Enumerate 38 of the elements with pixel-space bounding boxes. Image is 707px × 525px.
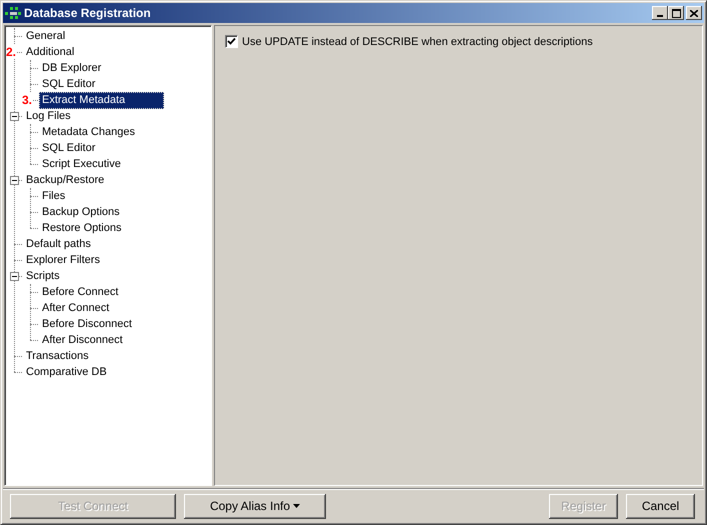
tree-item[interactable]: Scripts	[23, 268, 63, 284]
window-title: Database Registration	[24, 6, 152, 20]
tree-item[interactable]: Extract Metadata	[39, 92, 164, 108]
tree-item[interactable]: Comparative DB	[23, 364, 110, 380]
collapse-icon[interactable]	[10, 272, 19, 281]
collapse-icon[interactable]	[10, 112, 19, 121]
minimize-button[interactable]	[652, 6, 668, 20]
close-button[interactable]	[686, 6, 702, 20]
maximize-button[interactable]	[668, 6, 684, 20]
tree-item[interactable]: SQL Editor	[39, 76, 98, 92]
checkbox-label: Use UPDATE instead of DESCRIBE when extracting object descriptions	[242, 36, 593, 48]
tree-item[interactable]: After Disconnect	[39, 332, 126, 348]
tree-item[interactable]: Before Disconnect	[39, 316, 135, 332]
step-number: 2.	[6, 45, 16, 59]
app-icon	[5, 7, 21, 19]
tree-item[interactable]: After Connect	[39, 300, 112, 316]
tree-item[interactable]: Backup Options	[39, 204, 123, 220]
tree-item[interactable]: Before Connect	[39, 284, 122, 300]
close-icon	[690, 10, 698, 16]
tree-item[interactable]: Default paths	[23, 236, 94, 252]
tree-item[interactable]: General	[23, 28, 68, 44]
maximize-icon	[672, 8, 680, 18]
tree-item[interactable]: DB Explorer	[39, 60, 104, 76]
tree-item[interactable]: Files	[39, 188, 68, 204]
tree-item[interactable]: Additional	[23, 44, 78, 60]
collapse-icon[interactable]	[10, 176, 19, 185]
dialog-button[interactable]: Copy Alias Info	[184, 494, 326, 518]
tree-item[interactable]: Log Files	[23, 108, 74, 124]
dialog-button[interactable]: Cancel	[626, 494, 695, 518]
tree-item[interactable]: Script Executive	[39, 156, 124, 172]
tree-item[interactable]: Restore Options	[39, 220, 124, 236]
tree-item[interactable]: Backup/Restore	[23, 172, 108, 188]
tree-item[interactable]: Transactions	[23, 348, 92, 364]
tree-item[interactable]: Explorer Filters	[23, 252, 103, 268]
tree-item[interactable]: Metadata Changes	[39, 124, 138, 140]
checkbox[interactable]	[225, 35, 238, 48]
tree-item[interactable]: SQL Editor	[39, 140, 98, 156]
step-number: 3.	[22, 93, 32, 107]
